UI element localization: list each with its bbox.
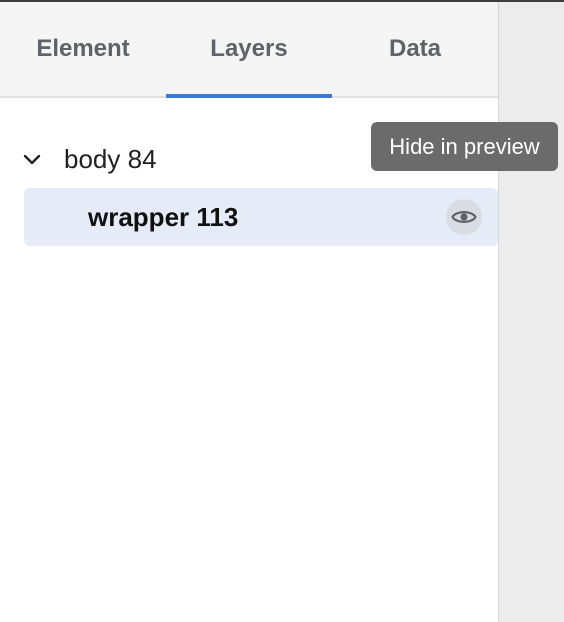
layers-panel: Element Layers Data body 84 wrapper 113 [0, 2, 499, 622]
layer-label-body: body 84 [64, 143, 157, 174]
canvas-area [499, 2, 564, 622]
eye-icon[interactable] [446, 199, 482, 235]
tab-data[interactable]: Data [332, 2, 498, 96]
tooltip: Hide in preview [371, 122, 558, 171]
panel-tab-bar: Element Layers Data [0, 2, 498, 98]
tab-element[interactable]: Element [0, 2, 166, 96]
tab-layers[interactable]: Layers [166, 2, 332, 98]
chevron-down-icon[interactable] [20, 149, 44, 169]
layer-label-wrapper: wrapper 113 [88, 202, 239, 232]
layer-row-wrapper[interactable]: wrapper 113 [24, 188, 498, 246]
